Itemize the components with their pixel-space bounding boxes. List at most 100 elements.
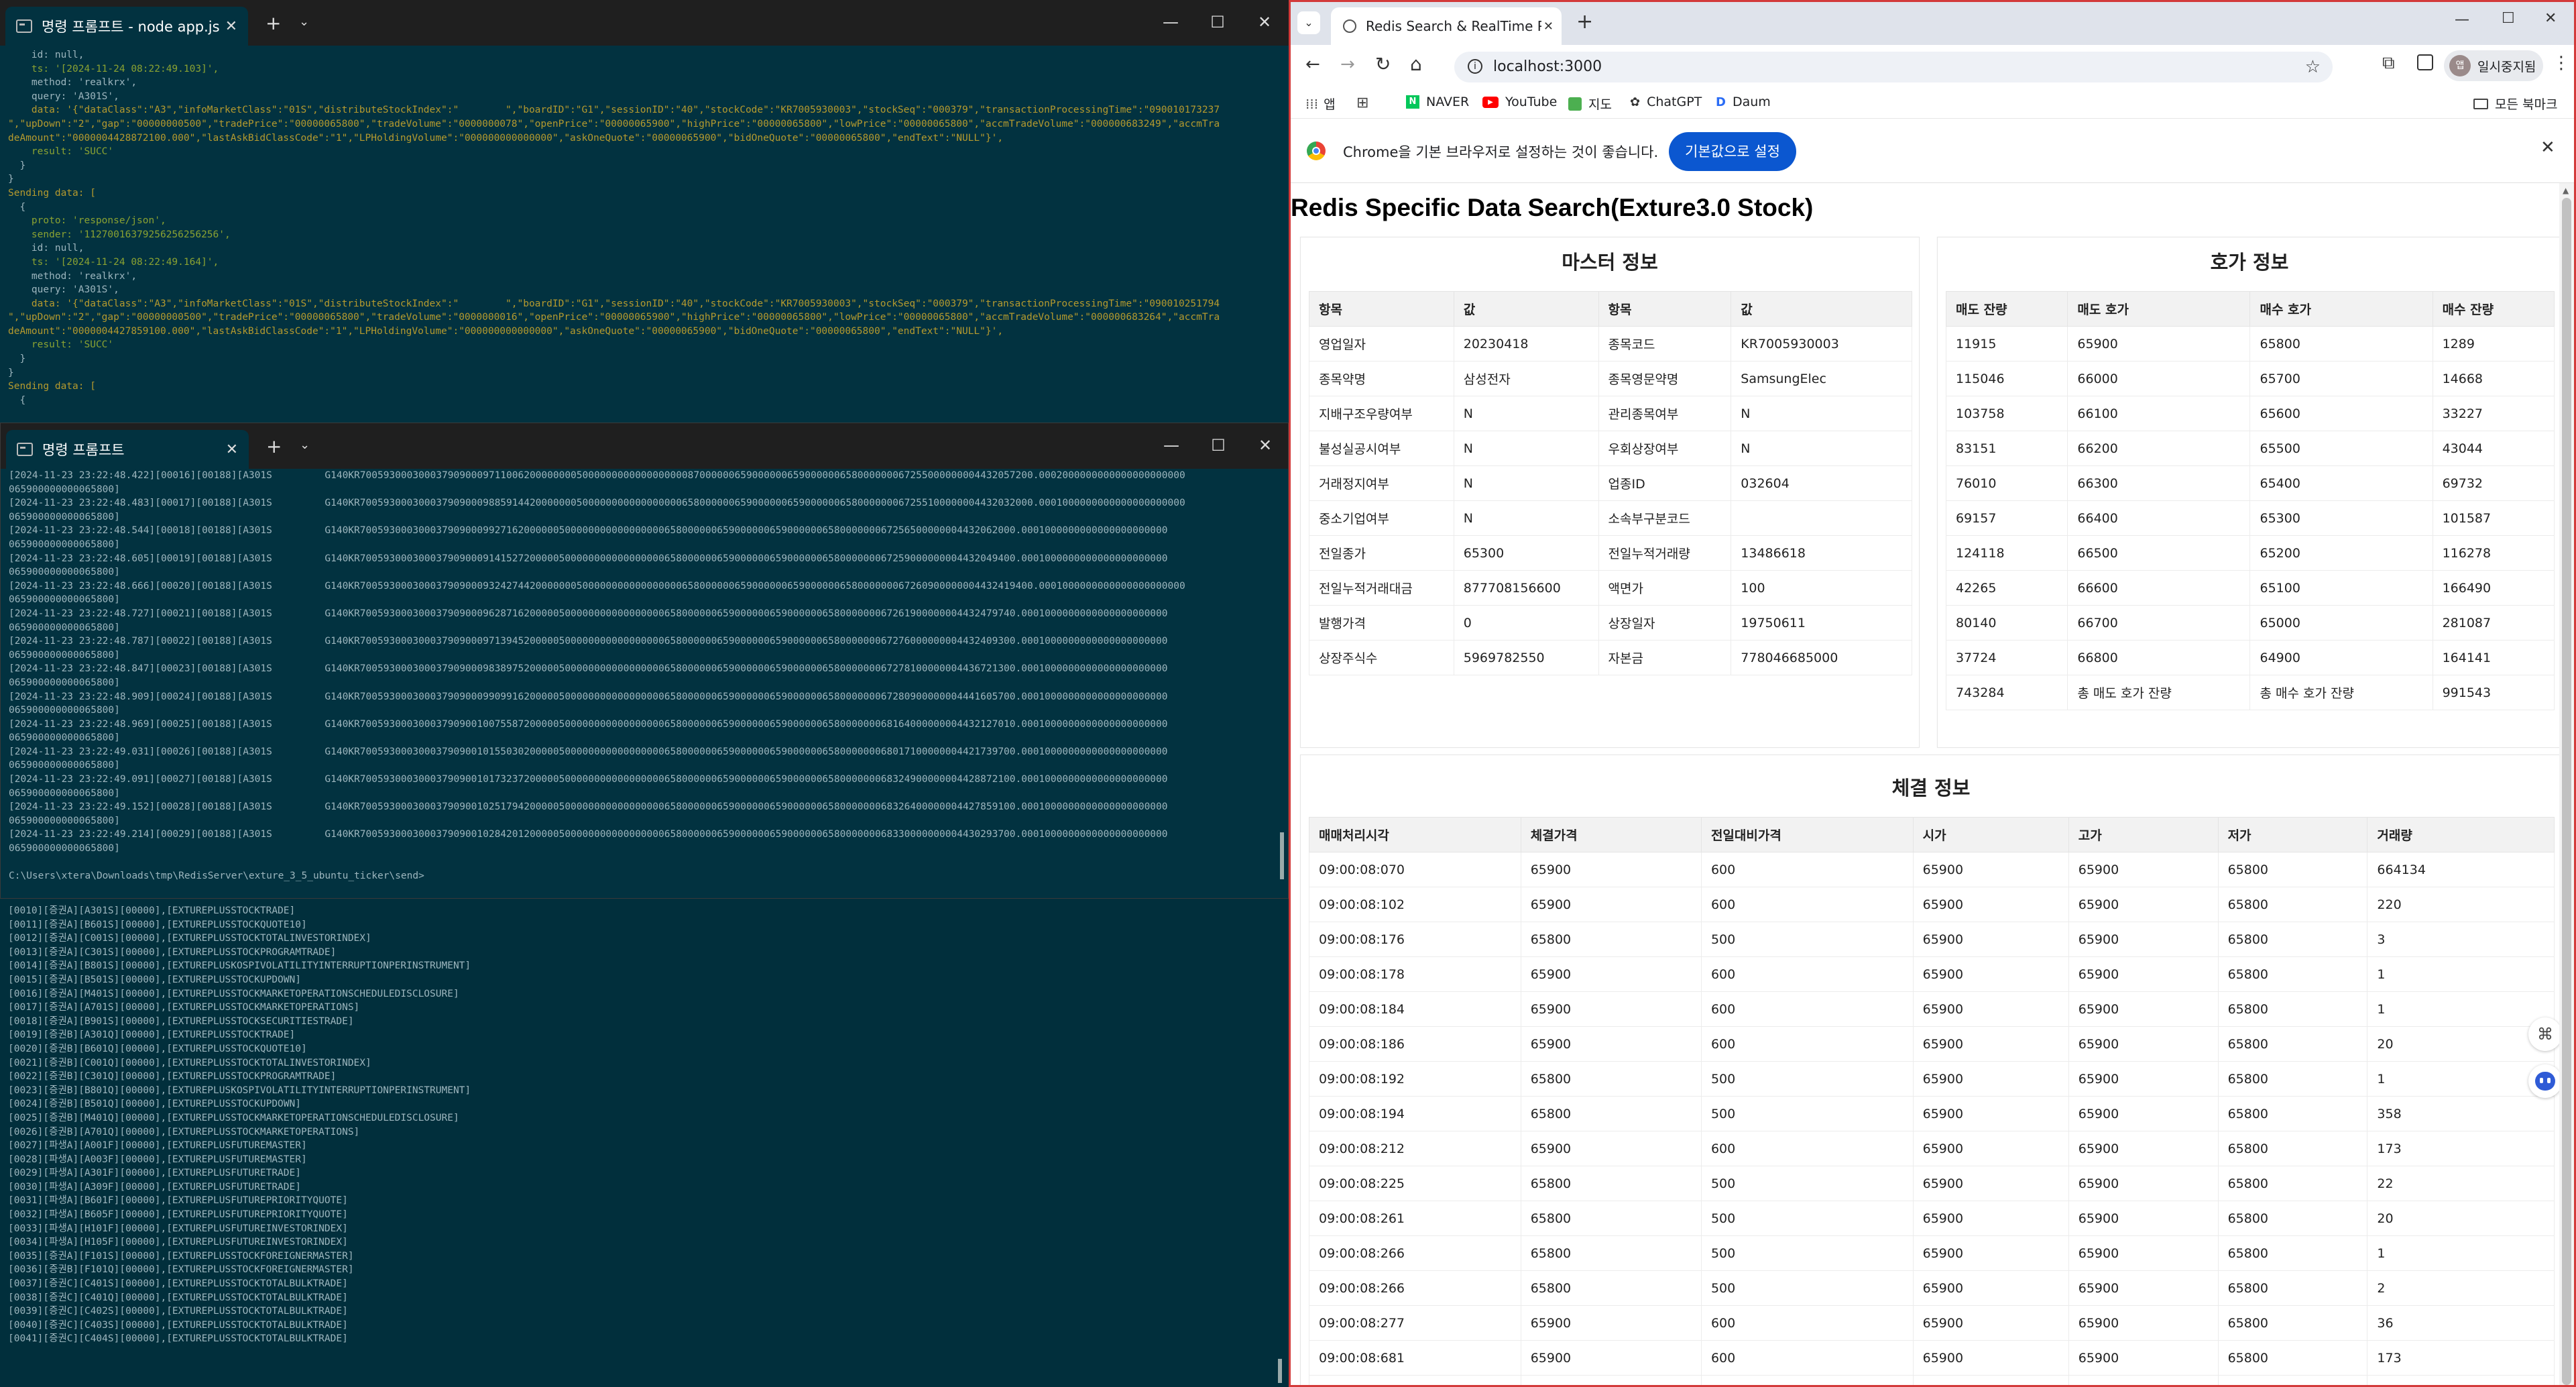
table-cell: 09:00:08:681 <box>1309 1340 1521 1376</box>
site-info-icon[interactable]: i <box>1468 59 1482 74</box>
apps-icon: ⁞⁞⁞ <box>1305 95 1319 112</box>
table-cell: 65900 <box>1912 1340 2069 1376</box>
maximize-icon[interactable]: ☐ <box>1198 430 1238 461</box>
all-bookmarks[interactable]: 모든 북마크 <box>2473 95 2557 113</box>
scrollbar[interactable] <box>1278 1359 1282 1383</box>
table-cell: 1 <box>2367 991 2555 1027</box>
close-tab-icon[interactable]: ✕ <box>226 441 238 458</box>
sidepanel-icon[interactable] <box>2417 54 2433 70</box>
table-cell: 65200 <box>2249 535 2433 571</box>
chevron-down-icon[interactable]: ⌄ <box>299 15 309 29</box>
table-cell: 166490 <box>2432 570 2555 606</box>
table-cell: 65900 <box>1912 1061 2069 1097</box>
terminal-line: [2024-11-23 23:22:48.605][00019][00188][… <box>9 553 1168 564</box>
table-cell: 65900 <box>1520 956 1702 992</box>
minimize-icon[interactable]: — <box>1151 7 1191 38</box>
set-default-button[interactable]: 기본값으로 설정 <box>1669 132 1796 171</box>
close-icon[interactable]: ✕ <box>2544 10 2557 27</box>
assistant-icon <box>2535 1072 2555 1091</box>
profile-button[interactable]: 앱 일시중지됨 <box>2444 50 2543 81</box>
new-tab-icon[interactable]: + <box>266 435 282 457</box>
reload-icon[interactable]: ↻ <box>1375 53 1391 75</box>
terminal-line: [0030][파생A][A309F][00000],[EXTUREPLUSFUT… <box>8 1181 301 1192</box>
table-cell: 65500 <box>2249 431 2433 466</box>
table-cell: 101587 <box>2432 500 2555 536</box>
table-row: 103758 66100 65600 33227 <box>1945 396 2555 431</box>
minimize-icon[interactable]: — <box>1151 430 1191 461</box>
terminal-line: Sending data: [ <box>8 381 96 392</box>
close-tab-icon[interactable]: ✕ <box>225 18 237 35</box>
tab-groups-icon[interactable]: ⊞ <box>1356 95 1368 111</box>
new-tab-icon[interactable]: + <box>266 12 281 34</box>
scroll-up-icon[interactable]: ▲ <box>2563 186 2569 195</box>
bookmark-daum[interactable]: D Daum <box>1716 95 1771 109</box>
bookmark-youtube[interactable]: ▶ YouTube <box>1482 95 1557 109</box>
table-row: 거래정지여부 N 업종ID 032604 <box>1309 465 1912 501</box>
table-cell: 65900 <box>1520 1305 1702 1341</box>
table-cell: 09:00:08:707 <box>1309 1375 1521 1385</box>
bookmark-apps[interactable]: ⁞⁞⁞ 앱 <box>1305 95 1336 113</box>
terminal-line: [0024][증권B][B501Q][00000],[EXTUREPLUSSTO… <box>8 1099 301 1110</box>
table-cell: 총 매수 호가 잔량 <box>2249 675 2433 710</box>
page-scrollbar[interactable]: ▲ <box>2559 183 2574 1385</box>
table-cell: 500 <box>1700 1201 1914 1236</box>
scroll-thumb[interactable] <box>2562 198 2571 1385</box>
table-cell: 종목코드 <box>1598 326 1732 362</box>
table-cell: 65900 <box>2068 1235 2219 1271</box>
terminal-line: [2024-11-23 23:22:48.544][00018][00188][… <box>9 525 1168 537</box>
maximize-icon[interactable]: ☐ <box>2502 10 2515 27</box>
home-icon[interactable]: ⌂ <box>1410 53 1422 75</box>
table-cell: 종목영문약명 <box>1598 361 1732 396</box>
close-infobar-icon[interactable]: ✕ <box>2540 137 2555 158</box>
table-row: 09:00:08:261 65800 500 65900 65900 65800 20 <box>1309 1201 2555 1236</box>
terminal-line: C:\Users\xtera\Downloads\tmp\RedisServer… <box>9 871 424 882</box>
menu-icon[interactable]: ⋮ <box>2553 53 2570 73</box>
terminal-line: [0023][증권B][B801Q][00000],[EXTUREPLUSKOS… <box>8 1085 471 1096</box>
table-row: 09:00:08:070 65900 600 65900 65900 65800 66413… <box>1309 852 2555 887</box>
minimize-icon[interactable]: — <box>2455 11 2469 28</box>
table-cell: 65800 <box>1520 1061 1702 1097</box>
scrollbar[interactable] <box>1280 832 1284 879</box>
close-icon[interactable]: ✕ <box>1244 7 1285 38</box>
chevron-down-icon[interactable]: ⌄ <box>300 438 310 452</box>
terminal-tab[interactable]: 명령 프롬프트 - node app.js ✕ <box>5 7 248 46</box>
table-cell: 65900 <box>2068 991 2219 1027</box>
terminal-icon <box>16 19 32 33</box>
table-row: 42265 66600 65100 166490 <box>1945 570 2555 606</box>
terminal-window-node: 명령 프롬프트 - node app.js ✕ + ⌄ — ☐ ✕ id: nu… <box>0 0 1289 429</box>
tab-search-icon[interactable]: ⌄ <box>1297 11 1320 34</box>
address-bar[interactable]: i localhost:3000 ☆ <box>1454 52 2333 82</box>
extensions-icon[interactable]: ⧉ <box>2382 53 2395 74</box>
close-icon[interactable]: ✕ <box>1245 430 1285 461</box>
close-tab-icon[interactable]: ✕ <box>1543 19 1554 34</box>
table-row: 영업일자 20230418 종목코드 KR7005930003 <box>1309 326 1912 362</box>
table-row: 종목약명 삼성전자 종목영문약명 SamsungElec <box>1309 361 1912 396</box>
bookmark-naver[interactable]: N NAVER <box>1406 95 1469 109</box>
terminal-line: [0015][증권A][B501S][00000],[EXTUREPLUSSTO… <box>8 974 301 985</box>
table-cell: 09:00:08:184 <box>1309 991 1521 1027</box>
table-cell: 65900 <box>2068 887 2219 922</box>
table-row: 37724 66800 64900 164141 <box>1945 640 2555 675</box>
terminal-line: ts: '[2024-11-24 08:22:49.103]', <box>8 63 219 74</box>
back-icon[interactable]: ← <box>1305 54 1320 74</box>
terminal-line: [2024-11-23 23:22:49.152][00028][00188][… <box>9 801 1168 813</box>
forward-icon[interactable]: → <box>1340 54 1355 74</box>
maximize-icon[interactable]: ☐ <box>1197 7 1238 38</box>
table-row: 불성실공시여부 N 우회상장여부 N <box>1309 431 1912 466</box>
table-cell: 65900 <box>2068 1305 2219 1341</box>
grid-float-icon[interactable]: ⌘ <box>2528 1017 2562 1051</box>
bookmark-star-icon[interactable]: ☆ <box>2305 52 2321 82</box>
new-tab-icon[interactable]: + <box>1576 10 1593 34</box>
table-cell: 전일누적거래대금 <box>1309 570 1454 606</box>
table-cell: 65900 <box>2068 1131 2219 1166</box>
table-cell: 65800 <box>2217 1375 2368 1385</box>
table-cell: 65800 <box>2217 1340 2368 1376</box>
table-cell: 66700 <box>2067 605 2251 641</box>
table-row: 11915 65900 65800 1289 <box>1945 326 2555 362</box>
table-cell: KR7005930003 <box>1731 326 1912 362</box>
browser-tab[interactable]: Redis Search & RealTime Push ✕ <box>1331 7 1562 45</box>
terminal-tab[interactable]: 명령 프롬프트 ✕ <box>6 430 249 469</box>
bookmark-map[interactable]: 지도 <box>1568 95 1612 113</box>
assistant-float-icon[interactable] <box>2528 1064 2562 1098</box>
bookmark-chatgpt[interactable]: ✿ ChatGPT <box>1630 95 1702 109</box>
